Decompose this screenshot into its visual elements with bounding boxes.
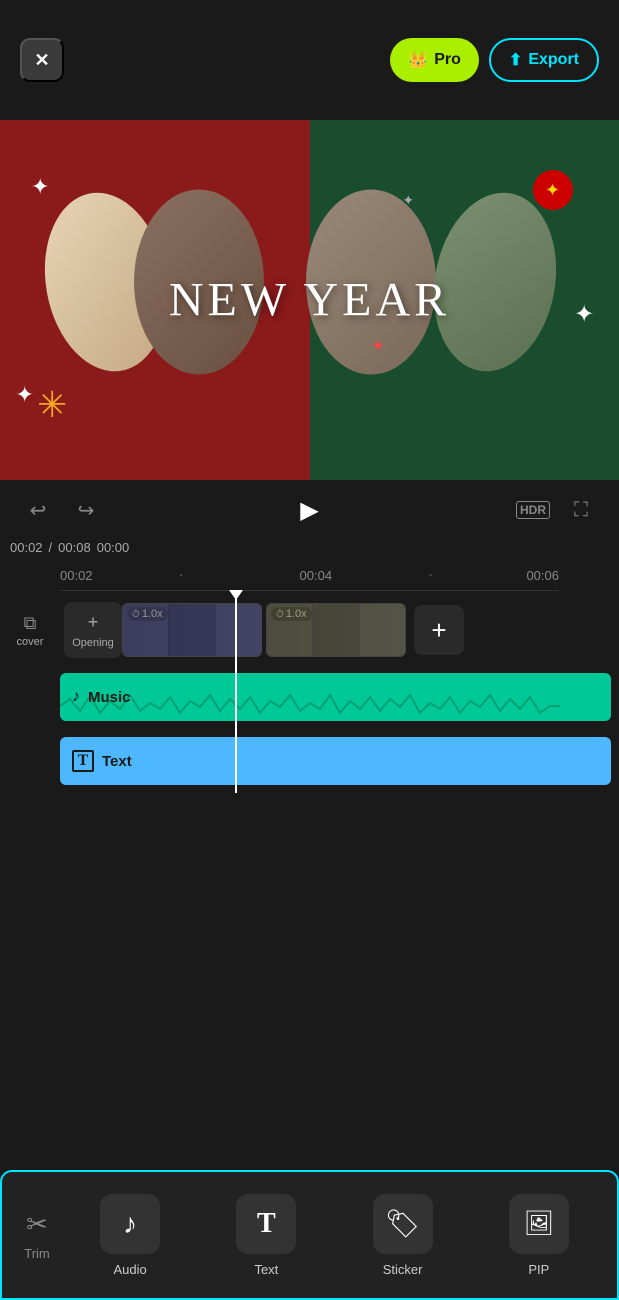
music-track-content: ♪ Music xyxy=(60,673,619,721)
audio-label: Audio xyxy=(114,1262,147,1277)
audio-tool[interactable]: ♪ Audio xyxy=(62,1194,198,1277)
music-track-bar[interactable]: ♪ Music xyxy=(60,673,611,721)
export-button[interactable]: ⬆ Export xyxy=(489,38,599,82)
pro-button[interactable]: 👑 Pro xyxy=(390,38,479,82)
playback-controls: ↩ ↪ ▶ HDR ⛶ xyxy=(0,480,619,540)
text-track-row: T Text xyxy=(0,729,619,793)
audio-note-icon: ♪ xyxy=(123,1208,137,1240)
opening-button[interactable]: + Opening xyxy=(64,602,122,658)
sun-star-icon: ✳ xyxy=(37,384,67,426)
pro-label: Pro xyxy=(434,51,461,69)
text-t-icon: T xyxy=(72,750,94,772)
time-marker-1: 00:04 xyxy=(300,568,333,583)
preview-title-text: NEW YEAR xyxy=(169,274,450,327)
cover-label-area[interactable]: ⧉ cover xyxy=(0,613,60,648)
trim-button[interactable]: ✂ Trim xyxy=(12,1209,62,1261)
sticker-icon: 🏷 xyxy=(385,1207,421,1240)
sticker-icon-bg: 🏷 xyxy=(373,1194,433,1254)
music-track-row: ♪ Music xyxy=(0,665,619,729)
fullscreen-icon: ⛶ xyxy=(574,499,588,522)
pip-tool[interactable]: 🖼 PIP xyxy=(471,1194,607,1277)
dot-1: • xyxy=(180,571,183,580)
current-time: 00:02 xyxy=(10,540,43,555)
undo-redo-group: ↩ ↪ xyxy=(20,492,104,528)
trim-label: Trim xyxy=(24,1246,50,1261)
header-actions: 👑 Pro ⬆ Export xyxy=(390,38,599,82)
timeline-ruler: 00:02 00:04 00:06 • • xyxy=(60,561,559,591)
video-clip-1[interactable]: ⏱ 1.0x xyxy=(122,603,262,657)
undo-icon: ↩ xyxy=(30,498,47,523)
bottom-toolbar: ✂ Trim ♪ Audio T Text 🏷 Sticker 🖼 PIP xyxy=(0,1170,619,1300)
dot-2: • xyxy=(429,571,432,580)
crown-icon: 👑 xyxy=(408,50,428,70)
scissors-icon: ✂ xyxy=(26,1209,48,1240)
time-marker-0: 00:02 xyxy=(60,568,93,583)
play-icon: ▶ xyxy=(300,496,318,525)
redo-icon: ↪ xyxy=(78,498,95,523)
video-clips-area: ⏱ 1.0x ⏱ 1.0x xyxy=(122,603,619,657)
layers-icon: ⧉ xyxy=(24,613,37,634)
text-icon-bg: T xyxy=(236,1194,296,1254)
sparkle-right-1: ✦ xyxy=(574,300,594,329)
fullscreen-button[interactable]: ⛶ xyxy=(563,492,599,528)
upload-icon: ⬆ xyxy=(509,50,522,70)
time-marker-2: 00:06 xyxy=(526,568,559,583)
new-year-title: NEW YEAR xyxy=(169,273,450,328)
clip-2-frames xyxy=(267,604,405,656)
text-track-content: T Text xyxy=(60,737,619,785)
plus-icon: + xyxy=(88,612,99,633)
header: ✕ 👑 Pro ⬆ Export xyxy=(0,0,619,120)
sparkle-red: ✦ xyxy=(371,336,384,356)
hdr-label: HDR xyxy=(516,501,550,519)
undo-button[interactable]: ↩ xyxy=(20,492,56,528)
total-time: 00:08 xyxy=(58,540,91,555)
video-clip-2[interactable]: ⏱ 1.0x xyxy=(266,603,406,657)
star-circle: ✦ xyxy=(533,170,573,210)
waveform-svg xyxy=(60,691,560,721)
sparkle-1: ✦ xyxy=(31,174,49,200)
sticker-label: Sticker xyxy=(383,1262,423,1277)
text-track-bar[interactable]: T Text xyxy=(60,737,611,785)
offset-time: 00:00 xyxy=(97,540,130,555)
hdr-button[interactable]: HDR xyxy=(515,492,551,528)
pip-label: PIP xyxy=(528,1262,549,1277)
music-track-label: Music xyxy=(88,689,131,706)
sparkle-3: ✦ xyxy=(15,382,33,408)
clip-1-frames xyxy=(123,604,261,656)
time-display: 00:02 / 00:08 00:00 xyxy=(0,540,619,561)
video-canvas: ✦ ✦ ✦ ✳ ✦ ✦ ✦ ✦ NEW YEAR xyxy=(0,120,619,480)
cover-label-text: cover xyxy=(17,636,44,648)
text-tool[interactable]: T Text xyxy=(198,1194,334,1277)
text-tool-label: Text xyxy=(254,1262,278,1277)
pip-icon-bg: 🖼 xyxy=(509,1194,569,1254)
add-clip-icon: + xyxy=(431,615,446,646)
text-tool-icon: T xyxy=(257,1208,276,1240)
close-icon: ✕ xyxy=(34,50,49,71)
add-clip-button[interactable]: + xyxy=(414,605,464,655)
video-track-row: ⧉ cover + Opening ⏱ 1.0x xyxy=(0,595,619,665)
close-button[interactable]: ✕ xyxy=(20,38,64,82)
right-controls: HDR ⛶ xyxy=(515,492,599,528)
audio-icon-bg: ♪ xyxy=(100,1194,160,1254)
export-label: Export xyxy=(528,51,579,69)
play-button[interactable]: ▶ xyxy=(288,488,332,532)
sticker-tool[interactable]: 🏷 Sticker xyxy=(335,1194,471,1277)
sparkle-right-2: ✦ xyxy=(402,192,414,209)
redo-button[interactable]: ↪ xyxy=(68,492,104,528)
pip-icon: 🖼 xyxy=(524,1209,554,1238)
opening-label: Opening xyxy=(72,637,114,649)
music-note-icon: ♪ xyxy=(72,688,80,706)
tracks-container: ⧉ cover + Opening ⏱ 1.0x xyxy=(0,591,619,793)
video-preview: ✦ ✦ ✦ ✳ ✦ ✦ ✦ ✦ NEW YEAR xyxy=(0,120,619,480)
text-track-label: Text xyxy=(102,753,132,770)
timeline-area: ↩ ↪ ▶ HDR ⛶ 00:02 / 00:08 00:00 00:02 00… xyxy=(0,480,619,920)
